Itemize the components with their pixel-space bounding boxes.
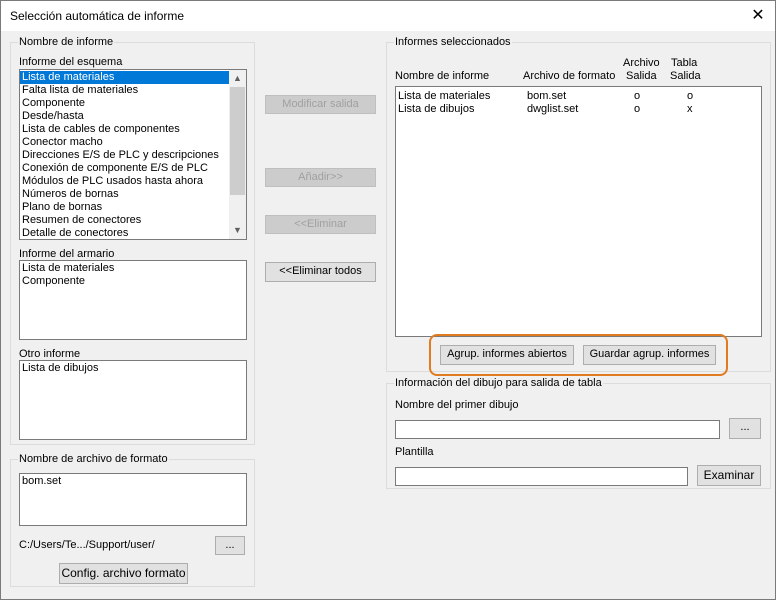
row-format-file: dwglist.set xyxy=(527,103,579,115)
col-header-file-output-1: Archivo xyxy=(623,57,660,69)
format-file-list[interactable]: bom.set xyxy=(19,473,247,526)
first-drawing-browse-button[interactable]: ... xyxy=(729,418,761,439)
list-item[interactable]: bom.set xyxy=(20,475,244,488)
list-item[interactable]: Componente xyxy=(20,275,244,288)
list-item[interactable]: Números de bornas xyxy=(20,188,230,201)
template-label: Plantilla xyxy=(395,446,434,458)
format-file-group-title: Nombre de archivo de formato xyxy=(18,453,169,466)
save-report-group-button[interactable]: Guardar agrup. informes xyxy=(583,345,716,365)
col-header-format-file: Archivo de formato xyxy=(523,70,616,82)
modify-output-button[interactable]: Modificar salida xyxy=(265,95,376,114)
schema-report-label: Informe del esquema xyxy=(19,56,123,68)
selected-reports-table[interactable]: Lista de materiales bom.set o o Lista de… xyxy=(395,86,762,337)
list-item[interactable]: Lista de materiales xyxy=(20,262,244,275)
row-report-name: Lista de materiales xyxy=(398,90,491,102)
row-report-name: Lista de dibujos xyxy=(398,103,475,115)
list-item[interactable]: Falta lista de materiales xyxy=(20,84,230,97)
schema-list-scrollbar[interactable]: ▲ ▼ xyxy=(229,70,246,239)
scroll-down-icon[interactable]: ▼ xyxy=(229,222,246,239)
list-item[interactable]: Lista de cables de componentes xyxy=(20,123,230,136)
remove-button[interactable]: <<Eliminar xyxy=(265,215,376,234)
list-item[interactable]: Detalle de conectores xyxy=(20,227,230,239)
row-format-file: bom.set xyxy=(527,90,567,102)
add-button[interactable]: Añadir>> xyxy=(265,168,376,187)
examine-button[interactable]: Examinar xyxy=(697,465,761,486)
list-item[interactable]: Desde/hasta xyxy=(20,110,230,123)
remove-all-button[interactable]: <<Eliminar todos xyxy=(265,262,376,282)
col-header-table-output-2: Salida xyxy=(670,70,701,82)
other-report-list[interactable]: Lista de dibujos xyxy=(19,360,247,440)
col-header-table-output-1: Tabla xyxy=(671,57,698,69)
format-browse-button[interactable]: ... xyxy=(215,536,245,555)
table-row[interactable]: Lista de materiales bom.set o o xyxy=(396,90,761,103)
list-item[interactable]: Lista de dibujos xyxy=(20,362,244,375)
row-file-output: o xyxy=(634,103,641,115)
row-table-output: o xyxy=(687,90,694,102)
first-drawing-label: Nombre del primer dibujo xyxy=(395,399,519,411)
row-file-output: o xyxy=(634,90,641,102)
cabinet-report-list[interactable]: Lista de materiales Componente xyxy=(19,260,247,340)
drawing-info-group-title: Información del dibujo para salida de ta… xyxy=(394,377,603,390)
table-row[interactable]: Lista de dibujos dwglist.set o x xyxy=(396,103,761,116)
col-header-report-name: Nombre de informe xyxy=(395,70,490,82)
list-item[interactable]: Conector macho xyxy=(20,136,230,149)
selected-reports-group-title: Informes seleccionados xyxy=(394,36,512,49)
format-path-text: C:/Users/Te.../Support/user/ xyxy=(19,539,155,551)
first-drawing-field[interactable] xyxy=(395,420,720,439)
list-item[interactable]: Módulos de PLC usados hasta ahora xyxy=(20,175,230,188)
config-format-button[interactable]: Config. archivo formato xyxy=(59,563,188,584)
list-item[interactable]: Conexión de componente E/S de PLC xyxy=(20,162,230,175)
list-item[interactable]: Direcciones E/S de PLC y descripciones xyxy=(20,149,230,162)
open-report-group-button[interactable]: Agrup. informes abiertos xyxy=(440,345,574,365)
close-icon[interactable]: ✕ xyxy=(747,5,769,27)
title-bar: Selección automática de informe ✕ xyxy=(1,1,775,31)
dialog-window: Selección automática de informe ✕ Nombre… xyxy=(0,0,776,600)
report-name-group-title: Nombre de informe xyxy=(18,36,115,49)
list-item[interactable]: Resumen de conectores xyxy=(20,214,230,227)
scroll-thumb[interactable] xyxy=(230,87,245,195)
list-item[interactable]: Componente xyxy=(20,97,230,110)
template-field[interactable] xyxy=(395,467,688,486)
row-table-output: x xyxy=(687,103,693,115)
schema-report-list[interactable]: Lista de materiales Falta lista de materi… xyxy=(19,69,247,240)
list-item[interactable]: Plano de bornas xyxy=(20,201,230,214)
list-item[interactable]: Lista de materiales xyxy=(20,71,230,84)
col-header-file-output-2: Salida xyxy=(626,70,657,82)
scroll-up-icon[interactable]: ▲ xyxy=(229,70,246,87)
window-title: Selección automática de informe xyxy=(10,9,185,23)
